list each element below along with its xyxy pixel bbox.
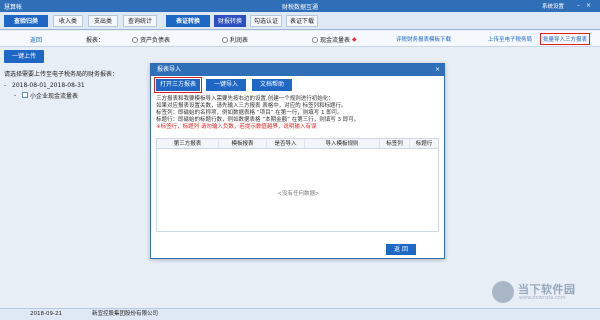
watermark-url: www.downxia.com [519, 295, 566, 301]
report-label: 报表： [86, 37, 105, 44]
radio-balance-sheet[interactable]: 资产负债表 [132, 35, 170, 44]
tab-income[interactable]: 收入类 [53, 15, 83, 27]
status-company: 新宜控股集团股份有限公司 [92, 311, 159, 317]
dialog-button-row: 打开三方报表 一键导入 文档帮助 [151, 76, 444, 94]
collapse-icon[interactable]: - [14, 92, 20, 99]
required-star-icon: ◆ [352, 36, 357, 43]
column-header[interactable]: 标签列 [380, 139, 410, 148]
radio-cash-flow[interactable]: 现金流量表 ◆ [312, 35, 357, 44]
collapse-icon[interactable]: - [4, 82, 10, 89]
dialog-title: 报表导入 [157, 66, 182, 73]
one-click-import-button[interactable]: 一键导入 [206, 79, 246, 91]
report-import-dialog: 报表导入 × 打开三方报表 一键导入 文档帮助 三方报表和我要模板导入需要先按右… [150, 63, 445, 259]
module-menubar: 查验归类 收入类 支出类 查询统计 表证转换 财报转换 勾选认证 表证下载 [0, 12, 600, 30]
back-link[interactable]: 返回 [30, 35, 42, 44]
one-click-upload-button[interactable]: 一键上传 [4, 50, 44, 63]
select-report-hint: 请选择需要上传至电子税务局的财务报表： [4, 71, 119, 78]
instruction-line: 三方报表和我要模板导入需要先按右边的设置,创建一个规则进行初始化： [156, 96, 334, 102]
tree-node-cash-flow[interactable]: - 小企业现金流量表 [4, 90, 85, 100]
watermark-logo-icon [492, 281, 514, 303]
tab-query-stats[interactable]: 查询统计 [123, 15, 157, 27]
return-button[interactable]: 返 回 [386, 244, 416, 255]
tree-node-label: 小企业现金流量表 [30, 92, 79, 100]
tree-node-period[interactable]: - 2018-08-01_2018-08-31 [4, 80, 85, 90]
instruction-line: 标签列：即磁始的名称项，例如数据表格 “项目” 在第一行，则填写 1 即可。 [156, 110, 343, 116]
close-icon[interactable]: × [584, 1, 593, 10]
status-bar: 2018-09-21 新宜控股集团股份有限公司 [0, 308, 600, 320]
table-header: 第三方报表 模板报表 是否导入 导入模板规则 标签列 标题行 [157, 139, 438, 149]
batch-import-third-party-link[interactable]: 批量导入三方报表 [540, 33, 591, 45]
column-header[interactable]: 模板报表 [219, 139, 267, 148]
template-download-link[interactable]: 评税财务报表模板下载 [396, 35, 451, 43]
warning-line: ※标签行，标题列 请勿输入负数，若提示数值越界，说明输入有误 [156, 124, 317, 130]
radio-label: 资产负债表 [140, 37, 171, 44]
tab-expense[interactable]: 支出类 [88, 15, 118, 27]
empty-table-message: <没有任何数据> [277, 191, 320, 197]
status-date: 2018-09-21 [30, 311, 62, 317]
tab-table-download[interactable]: 表证下载 [286, 15, 318, 27]
tab-select-certify[interactable]: 勾选认证 [250, 15, 282, 27]
radio-income-statement[interactable]: 利润表 [222, 35, 248, 44]
report-tree: - 2018-08-01_2018-08-31 - 小企业现金流量表 [4, 80, 85, 100]
minimize-icon[interactable]: – [574, 1, 583, 10]
tab-check-classify[interactable]: 查验归类 [4, 15, 48, 27]
dialog-header: 报表导入 × [151, 64, 444, 76]
tree-node-label: 2018-08-01_2018-08-31 [12, 81, 85, 89]
radio-dot-icon [312, 36, 318, 43]
report-file-icon [22, 92, 28, 98]
site-watermark: 当下软件园 www.downxia.com [492, 280, 596, 306]
radio-dot-icon [132, 36, 138, 43]
title-bar: 慧算帐 财税数据互通 系统设置 – × [0, 0, 600, 12]
doc-help-button[interactable]: 文档帮助 [252, 79, 292, 91]
import-instructions: 三方报表和我要模板导入需要先按右边的设置,创建一个规则进行初始化： 如果对应报表… [151, 94, 444, 131]
instruction-line: 标题行：即磁始的标题行数，例如数据表格 “本期金额” 在第三行，则填写 3 即可… [156, 117, 360, 123]
import-rule-table: 第三方报表 模板报表 是否导入 导入模板规则 标签列 标题行 <没有任何数据> [156, 138, 439, 232]
column-header[interactable]: 第三方报表 [157, 139, 219, 148]
upload-etax-link[interactable]: 上传至电子税务局 [488, 35, 532, 43]
radio-label: 利润表 [230, 37, 249, 44]
tab-table-convert[interactable]: 表证转换 [166, 15, 210, 27]
tab-financial-report-convert[interactable]: 财报转换 [214, 15, 246, 27]
report-toolbar: 返回 报表： 资产负债表 利润表 现金流量表 ◆ 评税财务报表模板下载 上传至电… [0, 31, 600, 47]
column-header[interactable]: 是否导入 [267, 139, 305, 148]
system-settings-link[interactable]: 系统设置 [542, 2, 564, 10]
window-title: 财税数据互通 [281, 4, 318, 11]
column-header[interactable]: 标题行 [410, 139, 438, 148]
open-third-party-report-button[interactable]: 打开三方报表 [154, 77, 202, 93]
radio-dot-icon [222, 36, 228, 43]
instruction-line: 如果对应报表设置关数，请先输入三方报表 表格中，对应的 标签列和标题行。 [156, 103, 347, 109]
radio-label: 现金流量表 [320, 37, 351, 44]
dialog-close-icon[interactable]: × [435, 64, 440, 76]
column-header[interactable]: 导入模板规则 [305, 139, 380, 148]
